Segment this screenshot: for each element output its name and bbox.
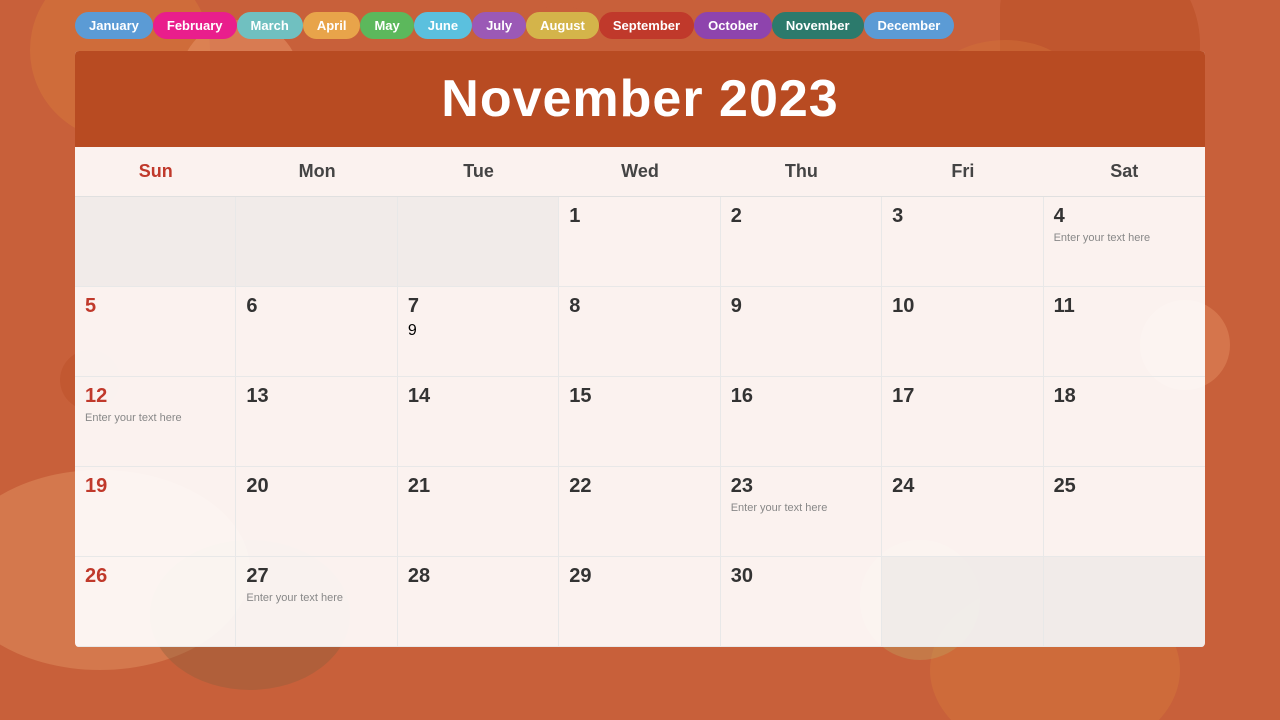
calendar-cell[interactable]: 29 bbox=[559, 557, 720, 647]
day-number: 6 bbox=[246, 295, 386, 318]
day-number: 27 bbox=[246, 565, 386, 588]
calendar-title: November 2023 bbox=[75, 69, 1205, 129]
calendar-cell[interactable]: 25 bbox=[1044, 467, 1205, 557]
day-number: 7 bbox=[408, 295, 548, 318]
day-number: 14 bbox=[408, 385, 548, 408]
calendar-cell[interactable]: 30 bbox=[721, 557, 882, 647]
calendar-cell[interactable]: 28 bbox=[398, 557, 559, 647]
calendar-cell[interactable]: 17 bbox=[882, 377, 1043, 467]
calendar-cell[interactable]: 6 bbox=[236, 287, 397, 377]
calendar-cell[interactable]: 1 bbox=[559, 197, 720, 287]
calendar-cell[interactable]: 22 bbox=[559, 467, 720, 557]
calendar-cell[interactable]: 2 bbox=[721, 197, 882, 287]
day-number: 25 bbox=[1054, 475, 1195, 498]
month-tab-march[interactable]: March bbox=[237, 12, 303, 39]
calendar-cell[interactable]: 15 bbox=[559, 377, 720, 467]
day-number: 3 bbox=[892, 205, 1032, 228]
calendar-cell[interactable]: 13 bbox=[236, 377, 397, 467]
month-tab-december[interactable]: December bbox=[864, 12, 955, 39]
cell-note: Enter your text here bbox=[85, 412, 225, 424]
calendar-cell[interactable]: 12 Enter your text here bbox=[75, 377, 236, 467]
day-header-thu: Thu bbox=[721, 147, 882, 196]
calendar-header: November 2023 bbox=[75, 51, 1205, 147]
calendar-cell[interactable]: 23 Enter your text here bbox=[721, 467, 882, 557]
calendar-grid: 1234Enter your text here567989101112Ente… bbox=[75, 197, 1205, 647]
day-number: 1 bbox=[569, 205, 709, 228]
day-number: 17 bbox=[892, 385, 1032, 408]
day-header-wed: Wed bbox=[559, 147, 720, 196]
calendar-cell[interactable]: 27 Enter your text here bbox=[236, 557, 397, 647]
day-number: 21 bbox=[408, 475, 548, 498]
day-number: 29 bbox=[569, 565, 709, 588]
calendar-cell[interactable]: 79 bbox=[398, 287, 559, 377]
day-number: 12 bbox=[85, 385, 225, 408]
day-number: 18 bbox=[1054, 385, 1195, 408]
day-number: 8 bbox=[569, 295, 709, 318]
month-navigation: JanuaryFebruaryMarchAprilMayJuneJulyAugu… bbox=[0, 0, 1280, 51]
day-number: 9 bbox=[731, 295, 871, 318]
calendar-cell[interactable]: 24 bbox=[882, 467, 1043, 557]
day-number: 26 bbox=[85, 565, 225, 588]
day-number: 23 bbox=[731, 475, 871, 498]
calendar-cell bbox=[398, 197, 559, 287]
month-tab-may[interactable]: May bbox=[360, 12, 413, 39]
calendar-cell[interactable]: 21 bbox=[398, 467, 559, 557]
month-tab-july[interactable]: July bbox=[472, 12, 526, 39]
day-headers: SunMonTueWedThuFriSat bbox=[75, 147, 1205, 197]
month-tab-january[interactable]: January bbox=[75, 12, 153, 39]
calendar-cell[interactable]: 19 bbox=[75, 467, 236, 557]
cell-note: Enter your text here bbox=[731, 502, 871, 514]
calendar-cell bbox=[882, 557, 1043, 647]
month-tab-february[interactable]: February bbox=[153, 12, 237, 39]
day-header-sat: Sat bbox=[1044, 147, 1205, 196]
calendar-cell bbox=[75, 197, 236, 287]
calendar-cell[interactable]: 20 bbox=[236, 467, 397, 557]
day-number: 11 bbox=[1054, 295, 1195, 318]
calendar-cell[interactable]: 11 bbox=[1044, 287, 1205, 377]
day-number: 28 bbox=[408, 565, 548, 588]
calendar-cell bbox=[1044, 557, 1205, 647]
day-number: 5 bbox=[85, 295, 225, 318]
calendar-cell[interactable]: 9 bbox=[721, 287, 882, 377]
day-number: 19 bbox=[85, 475, 225, 498]
calendar-cell bbox=[236, 197, 397, 287]
day-number: 10 bbox=[892, 295, 1032, 318]
month-tab-october[interactable]: October bbox=[694, 12, 772, 39]
calendar-cell[interactable]: 3 bbox=[882, 197, 1043, 287]
day-number: 13 bbox=[246, 385, 386, 408]
calendar-cell[interactable]: 10 bbox=[882, 287, 1043, 377]
month-tab-april[interactable]: April bbox=[303, 12, 361, 39]
cell-note: Enter your text here bbox=[1054, 232, 1195, 244]
day-header-mon: Mon bbox=[236, 147, 397, 196]
calendar-cell[interactable]: 14 bbox=[398, 377, 559, 467]
day-header-fri: Fri bbox=[882, 147, 1043, 196]
day-number: 4 bbox=[1054, 205, 1195, 228]
calendar-cell[interactable]: 18 bbox=[1044, 377, 1205, 467]
calendar-cell[interactable]: 4 Enter your text here bbox=[1044, 197, 1205, 287]
month-tab-november[interactable]: November bbox=[772, 12, 864, 39]
month-tab-september[interactable]: September bbox=[599, 12, 694, 39]
day-number: 16 bbox=[731, 385, 871, 408]
day-header-sun: Sun bbox=[75, 147, 236, 196]
day-number: 30 bbox=[731, 565, 871, 588]
calendar-cell[interactable]: 16 bbox=[721, 377, 882, 467]
month-tab-august[interactable]: August bbox=[526, 12, 599, 39]
day-number: 2 bbox=[731, 205, 871, 228]
day-number: 24 bbox=[892, 475, 1032, 498]
day-number: 22 bbox=[569, 475, 709, 498]
day-number-sub: 9 bbox=[408, 322, 548, 340]
calendar-cell[interactable]: 8 bbox=[559, 287, 720, 377]
calendar-cell[interactable]: 5 bbox=[75, 287, 236, 377]
calendar-cell[interactable]: 26 bbox=[75, 557, 236, 647]
day-header-tue: Tue bbox=[398, 147, 559, 196]
day-number: 15 bbox=[569, 385, 709, 408]
cell-note: Enter your text here bbox=[246, 592, 386, 604]
month-tab-june[interactable]: June bbox=[414, 12, 472, 39]
calendar-container: November 2023 SunMonTueWedThuFriSat 1234… bbox=[75, 51, 1205, 647]
day-number: 20 bbox=[246, 475, 386, 498]
